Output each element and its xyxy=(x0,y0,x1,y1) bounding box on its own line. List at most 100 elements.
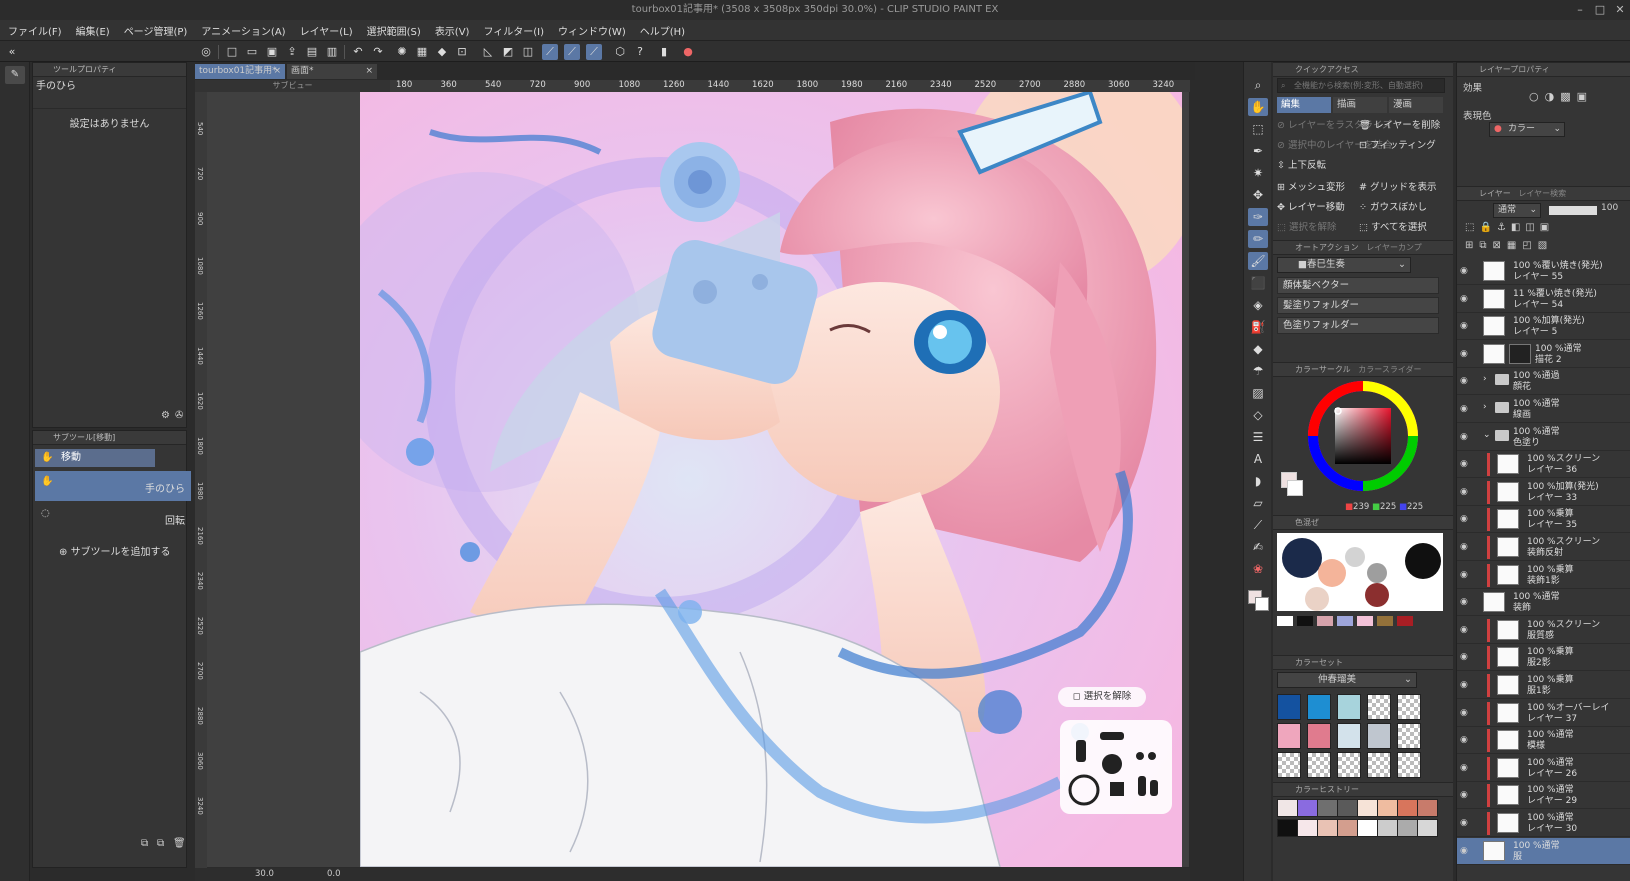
history-swatch[interactable] xyxy=(1277,799,1298,817)
crop-icon[interactable]: ◺ xyxy=(480,44,496,60)
color-swatch[interactable] xyxy=(1307,723,1331,749)
save-icon[interactable]: ▣ xyxy=(264,44,280,60)
eye-icon[interactable]: ◉ xyxy=(1460,763,1470,773)
eye-icon[interactable]: ◉ xyxy=(1460,846,1470,856)
qa-gaussian-blur[interactable]: ⁘ ガウスぼかし xyxy=(1359,200,1427,216)
eyedropper-tool-icon[interactable]: ✒ xyxy=(1248,142,1268,160)
deselect-button[interactable]: ◻ 選択を解除 xyxy=(1058,687,1146,707)
eye-icon[interactable]: ◉ xyxy=(1460,542,1470,552)
eye-icon[interactable]: ◉ xyxy=(1460,349,1470,359)
zoom-value[interactable]: 30.0 xyxy=(255,868,274,881)
figure-tool-icon[interactable]: ◇ xyxy=(1248,406,1268,424)
history-swatch[interactable] xyxy=(1297,819,1318,837)
airbrush-tool-icon[interactable]: ⛽ xyxy=(1248,318,1268,336)
eye-icon[interactable]: ◉ xyxy=(1460,266,1470,276)
color-palette-icon[interactable]: ● xyxy=(680,44,696,60)
tourbox-tool-icon[interactable]: ❀ xyxy=(1248,560,1268,578)
frame-tool-icon[interactable]: ☰ xyxy=(1248,428,1268,446)
blend-mode-select[interactable]: 通常 ⌄ xyxy=(1493,203,1541,218)
layer-toolbar-icons[interactable]: ⬚🔒⚓◧◫▣ xyxy=(1465,222,1554,233)
ruler-tool-icon[interactable]: ▱ xyxy=(1248,494,1268,512)
menu-animation[interactable]: アニメーション(A) xyxy=(201,23,285,38)
auto-action-set-select[interactable]: ■春巳生奏 ⌄ xyxy=(1277,257,1411,273)
eye-icon[interactable]: ◉ xyxy=(1460,790,1470,800)
close-button[interactable]: ✕ xyxy=(1610,0,1630,20)
menu-layer[interactable]: レイヤー(L) xyxy=(300,23,353,38)
snap-grid-icon[interactable]: ⟋ xyxy=(586,44,602,60)
eye-icon[interactable]: ◉ xyxy=(1460,680,1470,690)
history-swatch[interactable] xyxy=(1357,819,1378,837)
layer-row[interactable]: ◉ 100 %スクリーン 装飾反射 xyxy=(1457,534,1630,561)
pencil-tool-icon[interactable]: ✏ xyxy=(1248,230,1268,248)
color-swatch[interactable] xyxy=(1277,752,1301,778)
layer-row[interactable]: ◉ 100 %通常服 xyxy=(1457,837,1630,865)
duplicate-subtool-icon[interactable]: ⧉ xyxy=(157,838,164,849)
color-swatch[interactable] xyxy=(1337,723,1361,749)
tab-document[interactable]: tourbox01記事用* × xyxy=(195,64,285,79)
layer-row[interactable]: ◉ 100 %スクリーン レイヤー 36 xyxy=(1457,451,1630,479)
eraser-tool-icon[interactable]: ⬛ xyxy=(1248,274,1268,292)
artwork-canvas[interactable]: ◻ 選択を解除 xyxy=(360,92,1182,867)
correct-line-tool-icon[interactable]: ⟋ xyxy=(1248,516,1268,534)
maximize-button[interactable]: □ xyxy=(1590,0,1610,20)
hand-tool-icon[interactable]: ✋ xyxy=(1248,98,1268,116)
selection-tool-icon[interactable]: ⬚ xyxy=(1248,120,1268,138)
auto-action-item[interactable]: 色塗りフォルダー xyxy=(1277,317,1439,334)
eye-icon[interactable]: ◉ xyxy=(1460,487,1470,497)
layer-action-icons[interactable]: ⊞⧉⊠▦◰▧ xyxy=(1465,240,1553,251)
history-swatch[interactable] xyxy=(1337,799,1358,817)
color-swatch[interactable] xyxy=(1367,694,1391,720)
eye-icon[interactable]: ◉ xyxy=(1460,652,1470,662)
color-wheel[interactable] xyxy=(1307,380,1419,492)
layer-row[interactable]: ◉ 100 %通常 レイヤー 30 xyxy=(1457,810,1630,837)
history-swatch[interactable] xyxy=(1377,799,1398,817)
qa-select-all[interactable]: ⬚ すべてを選択 xyxy=(1359,220,1427,236)
eye-icon[interactable]: ◉ xyxy=(1460,376,1470,386)
eye-icon[interactable]: ◉ xyxy=(1460,321,1470,331)
color-swatch[interactable] xyxy=(1337,752,1361,778)
minimize-button[interactable]: – xyxy=(1570,0,1590,20)
eye-icon[interactable]: ◉ xyxy=(1460,625,1470,635)
history-swatch[interactable] xyxy=(1357,799,1378,817)
eye-icon[interactable]: ◉ xyxy=(1460,294,1470,304)
tab-edit[interactable]: 編集 xyxy=(1277,97,1331,113)
export-jpg-icon[interactable]: ▥ xyxy=(324,44,340,60)
angle-value[interactable]: 0.0 xyxy=(327,868,341,881)
copy-subtool-icon[interactable]: ⧉ xyxy=(141,838,148,849)
layer-row[interactable]: ◉ 100 %乗算 レイヤー 35 xyxy=(1457,506,1630,534)
snap-special-ruler-icon[interactable]: ⟋ xyxy=(564,44,580,60)
collapse-left-icon[interactable]: « xyxy=(4,44,20,60)
expression-color-select[interactable]: ● カラー ⌄ xyxy=(1489,122,1565,137)
export-icon[interactable]: ⇪ xyxy=(284,44,300,60)
balloon-tool-icon[interactable]: ◗ xyxy=(1248,472,1268,490)
subtool-group-move[interactable]: ✋ 移動 xyxy=(35,449,155,467)
sub-color-swatch[interactable] xyxy=(1287,480,1303,496)
eye-icon[interactable]: ◉ xyxy=(1460,735,1470,745)
menu-file[interactable]: ファイル(F) xyxy=(8,23,62,38)
add-subtool-button[interactable]: ⊕ サブツールを追加する xyxy=(59,543,171,558)
qa-show-grid[interactable]: # グリッドを表示 xyxy=(1359,180,1437,196)
gradient-tool-icon[interactable]: ▨ xyxy=(1248,384,1268,402)
color-swatch[interactable] xyxy=(1397,723,1421,749)
qa-delete-layer[interactable]: 🗑 レイヤーを削除 xyxy=(1359,118,1440,134)
fill-tool-icon[interactable]: ◆ xyxy=(1248,340,1268,358)
effect-icons[interactable]: ○◑▩▣ xyxy=(1529,90,1593,103)
history-swatch[interactable] xyxy=(1337,819,1358,837)
delete-subtool-icon[interactable]: 🗑 xyxy=(173,838,186,849)
qa-move-layer[interactable]: ✥ レイヤー移動 xyxy=(1277,200,1345,216)
layer-row[interactable]: ◉ › 100 %通常 線画 xyxy=(1457,396,1630,423)
layer-row[interactable]: ◉ 100 %覆い焼き(発光) レイヤー 55 xyxy=(1457,258,1630,285)
fill-icon[interactable]: ◆ xyxy=(434,44,450,60)
redo-icon[interactable]: ↷ xyxy=(370,44,386,60)
layer-row[interactable]: ◉ 100 %加算(発光) レイヤー 33 xyxy=(1457,479,1630,506)
history-swatch[interactable] xyxy=(1277,819,1298,837)
eye-icon[interactable]: ◉ xyxy=(1460,597,1470,607)
history-swatch[interactable] xyxy=(1417,819,1438,837)
color-swatch[interactable] xyxy=(1307,694,1331,720)
eye-icon[interactable]: ◉ xyxy=(1460,432,1470,442)
layer-row[interactable]: ◉ 100 %通常 レイヤー 26 xyxy=(1457,755,1630,782)
color-swatch[interactable] xyxy=(1277,694,1301,720)
history-swatch[interactable] xyxy=(1317,799,1338,817)
invert-icon[interactable]: ◩ xyxy=(500,44,516,60)
color-swatch[interactable] xyxy=(1367,752,1391,778)
